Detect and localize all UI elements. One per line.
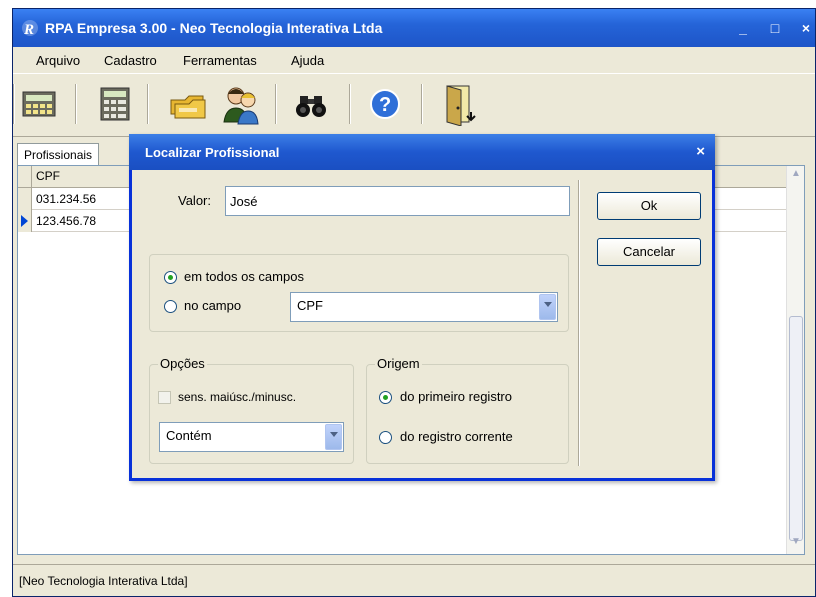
first-record-radio[interactable]	[379, 391, 392, 404]
ok-button[interactable]: Ok	[597, 192, 701, 220]
folders-icon[interactable]	[167, 82, 207, 126]
scroll-up-icon[interactable]: ▲	[789, 168, 803, 184]
column-header-cpf[interactable]: CPF	[36, 169, 60, 183]
origem-title: Origem	[375, 356, 422, 371]
toolbar-separator	[147, 84, 149, 124]
opcoes-group: Opções sens. maiúsc./minusc. Contém	[149, 356, 354, 464]
window-title: RPA Empresa 3.00 - Neo Tecnologia Intera…	[45, 20, 383, 36]
cancel-button[interactable]: Cancelar	[597, 238, 701, 266]
all-fields-radio[interactable]	[164, 271, 177, 284]
dialog-separator	[578, 180, 580, 466]
toolbar-separator	[13, 84, 15, 124]
toolbar-separator	[75, 84, 77, 124]
dialog-close-button[interactable]: ×	[696, 143, 705, 160]
opcoes-title: Opções	[158, 356, 207, 371]
case-sensitive-label[interactable]: sens. maiúsc./minusc.	[178, 390, 296, 404]
field-label[interactable]: no campo	[184, 298, 241, 313]
current-row-arrow-icon	[21, 215, 28, 227]
toolbar: ?	[13, 73, 815, 137]
app-logo-icon: R	[22, 20, 38, 37]
chevron-down-icon[interactable]	[325, 424, 342, 450]
minimize-button[interactable]: _	[733, 19, 753, 37]
maximize-button[interactable]: □	[765, 19, 785, 37]
help-icon[interactable]: ?	[365, 82, 405, 126]
field-select[interactable]: CPF	[290, 292, 558, 322]
row-indicator	[18, 210, 32, 232]
chevron-down-icon[interactable]	[539, 294, 556, 320]
dialog-title: Localizar Profissional	[145, 145, 280, 160]
current-record-radio[interactable]	[379, 431, 392, 444]
status-bar: [Neo Tecnologia Interativa Ltda]	[13, 564, 815, 596]
toolbar-separator	[275, 84, 277, 124]
toolbar-separator	[349, 84, 351, 124]
users-icon[interactable]	[221, 82, 261, 126]
calculator2-icon[interactable]	[95, 82, 135, 126]
scroll-thumb[interactable]	[789, 316, 803, 541]
cpf-cell[interactable]: 123.456.78	[36, 214, 96, 228]
scope-group: em todos os campos no campo CPF	[149, 254, 569, 332]
match-select[interactable]: Contém	[159, 422, 344, 452]
menu-cadastro[interactable]: Cadastro	[104, 53, 157, 68]
first-record-label[interactable]: do primeiro registro	[400, 389, 512, 404]
match-select-value: Contém	[166, 428, 212, 443]
cpf-cell[interactable]: 031.234.56	[36, 192, 96, 206]
scroll-down-icon[interactable]: ▼	[789, 536, 803, 552]
svg-text:R: R	[23, 22, 34, 37]
binoculars-icon[interactable]	[291, 82, 331, 126]
valor-label: Valor:	[178, 193, 211, 208]
grid-header-indicator	[18, 166, 32, 188]
origem-group: Origem do primeiro registro do registro …	[366, 356, 569, 464]
svg-text:?: ?	[379, 94, 391, 116]
field-select-value: CPF	[297, 298, 323, 313]
dialog-title-bar[interactable]: Localizar Profissional ×	[129, 134, 715, 170]
vertical-scrollbar[interactable]: ▲ ▼	[786, 166, 804, 554]
field-radio[interactable]	[164, 300, 177, 313]
toolbar-separator	[421, 84, 423, 124]
row-indicator	[18, 188, 32, 210]
current-record-label[interactable]: do registro corrente	[400, 429, 513, 444]
valor-input[interactable]	[225, 186, 570, 216]
close-button[interactable]: ×	[796, 19, 815, 37]
calculator-icon[interactable]	[19, 82, 59, 126]
menu-ajuda[interactable]: Ajuda	[291, 53, 324, 68]
find-dialog: Localizar Profissional × Valor: em todos…	[129, 134, 715, 481]
status-text: [Neo Tecnologia Interativa Ltda]	[19, 574, 188, 588]
exit-door-icon[interactable]	[439, 82, 479, 126]
case-sensitive-checkbox[interactable]	[158, 391, 171, 404]
title-bar[interactable]: R RPA Empresa 3.00 - Neo Tecnologia Inte…	[13, 9, 815, 47]
menu-ferramentas[interactable]: Ferramentas	[183, 53, 257, 68]
menu-bar: Arquivo Cadastro Ferramentas Ajuda	[13, 47, 815, 73]
all-fields-label[interactable]: em todos os campos	[184, 269, 304, 284]
tab-profissionais[interactable]: Profissionais	[17, 143, 100, 167]
menu-arquivo[interactable]: Arquivo	[36, 53, 80, 68]
